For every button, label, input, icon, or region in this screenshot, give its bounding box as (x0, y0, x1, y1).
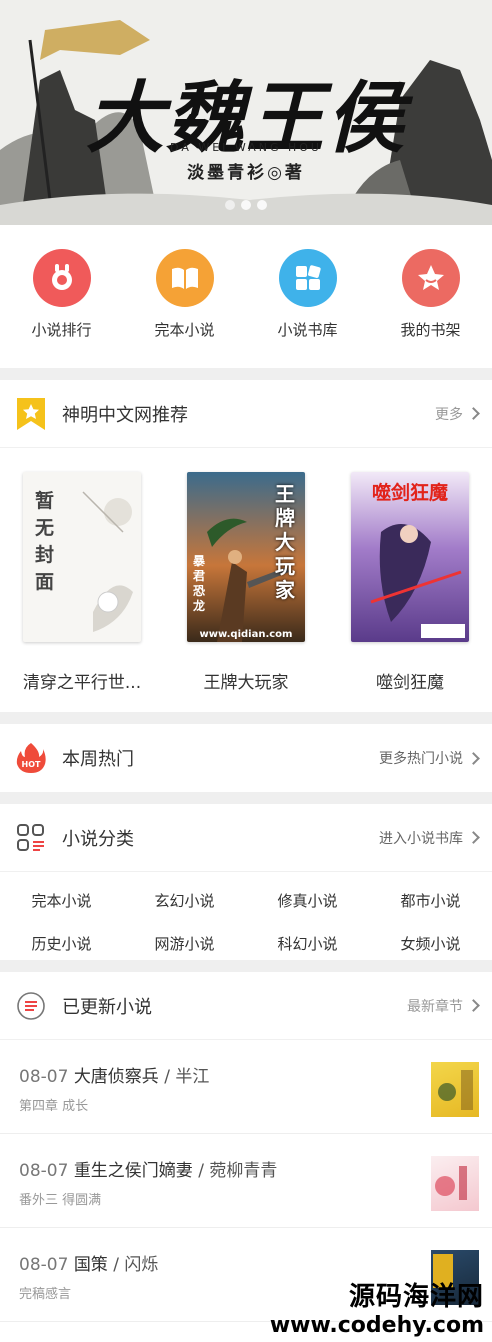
watermark-url: www.codehy.com (269, 1313, 484, 1338)
category-grid: 完本小说 玄幻小说 修真小说 都市小说 历史小说 网游小说 科幻小说 女频小说 (0, 872, 492, 972)
hot-more-link[interactable]: 更多热门小说 (379, 748, 480, 768)
ranking-icon (32, 249, 91, 307)
cover-title-text: 噬剑狂魔 (371, 482, 448, 504)
chevron-right-icon (467, 831, 480, 844)
update-book-title: 大唐侦察兵 (73, 1067, 159, 1087)
update-book-title: 重生之侯门嫡妻 (73, 1161, 193, 1181)
chevron-right-icon (467, 751, 480, 765)
recommend-section: 神明中文网推荐 更多 暂无封面 清穿之平行世... 王牌大玩家 暴君恐龙 www… (0, 380, 492, 712)
categories-title: 小说分类 (62, 828, 134, 850)
update-chapter: 第四章 成长 (19, 1099, 89, 1114)
update-date: 08-07 (19, 1161, 69, 1181)
update-date: 08-07 (19, 1255, 69, 1275)
book-title: 清穿之平行世... (22, 673, 142, 693)
recommend-title: 神明中文网推荐 (62, 404, 188, 426)
recommend-header: 神明中文网推荐 更多 (0, 380, 492, 448)
nav-ranking-label: 小说排行 (31, 321, 92, 339)
chevron-right-icon (467, 999, 480, 1012)
categories-section: 小说分类 进入小说书库 完本小说 玄幻小说 修真小说 都市小说 历史小说 网游小… (0, 804, 492, 960)
cover-title-text: 王牌大玩家 (275, 482, 295, 602)
book-cover: 噬剑狂魔 (351, 472, 469, 642)
update-book-title: 国策 (73, 1255, 108, 1275)
nav-bookshelf-label: 我的书架 (400, 321, 461, 339)
recommend-more-label: 更多 (435, 406, 463, 423)
nav-ranking[interactable]: 小说排行 (0, 225, 123, 368)
category-xuanhuan[interactable]: 玄幻小说 (123, 880, 246, 923)
category-history[interactable]: 历史小说 (0, 923, 123, 966)
book-cover: 王牌大玩家 暴君恐龙 www.qidian.com (187, 472, 305, 642)
banner-pinyin: DA WEI WANG HOU (170, 141, 322, 154)
recommend-more-link[interactable]: 更多 (435, 404, 480, 424)
categories-more-link[interactable]: 进入小说书库 (379, 828, 480, 848)
update-chapter: 番外三 得圆满 (19, 1193, 102, 1208)
book-card[interactable]: 噬剑狂魔 噬剑狂魔 (328, 472, 492, 693)
update-thumbnail (431, 1062, 479, 1117)
star-shelf-icon (401, 249, 460, 307)
categories-header: 小说分类 进入小说书库 (0, 804, 492, 872)
updates-header: 已更新小说 最新章节 (0, 972, 492, 1040)
cover-placeholder-text: 暂无封面 (35, 490, 55, 593)
update-item[interactable]: 08-07 重生之侯门嫡妻 / 菀柳青青 番外三 得圆满 (0, 1134, 492, 1228)
watermark-title: 源码海洋网 (348, 1282, 484, 1312)
cover-site-text: www.qidian.com (199, 629, 293, 640)
category-online-game[interactable]: 网游小说 (123, 923, 246, 966)
hot-header: HOT 本周热门 更多热门小说 (0, 724, 492, 792)
cover-author-text: 暴君恐龙 (193, 554, 206, 613)
update-date: 08-07 (19, 1067, 69, 1087)
category-female[interactable]: 女频小说 (369, 923, 492, 966)
hot-badge-text: HOT (22, 760, 41, 769)
updates-title: 已更新小说 (62, 996, 152, 1018)
category-xiuzhen[interactable]: 修真小说 (246, 880, 369, 923)
hot-flame-icon: HOT (16, 743, 46, 773)
book-card[interactable]: 王牌大玩家 暴君恐龙 www.qidian.com 王牌大玩家 (164, 472, 328, 693)
carousel-dot[interactable] (225, 200, 235, 210)
nav-library-label: 小说书库 (277, 321, 338, 339)
update-author: 菀柳青青 (209, 1161, 278, 1181)
book-cover: 暂无封面 (23, 472, 141, 642)
update-headline: 08-07 国策 / 闪烁 (19, 1255, 159, 1275)
update-author: 半江 (175, 1067, 210, 1087)
library-grid-icon (278, 249, 337, 307)
category-dushi[interactable]: 都市小说 (369, 880, 492, 923)
updates-more-link[interactable]: 最新章节 (407, 996, 480, 1016)
updates-more-label: 最新章节 (407, 998, 463, 1015)
nav-finished-label: 完本小说 (154, 321, 215, 339)
banner-author: 淡墨青衫◎著 (187, 163, 305, 183)
bookmark-star-icon (17, 397, 45, 430)
book-open-icon (155, 249, 214, 307)
nav-finished[interactable]: 完本小说 (123, 225, 246, 368)
category-grid-icon (17, 823, 44, 851)
categories-more-label: 进入小说书库 (379, 830, 463, 847)
update-item[interactable]: 08-07 大唐侦察兵 / 半江 第四章 成长 (0, 1040, 492, 1134)
carousel-dots[interactable] (0, 200, 492, 210)
update-author: 闪烁 (124, 1255, 159, 1275)
hot-more-label: 更多热门小说 (379, 751, 463, 767)
quick-nav: 小说排行 完本小说 小说书库 我的书架 (0, 225, 492, 368)
update-thumbnail (431, 1156, 479, 1211)
carousel-dot[interactable] (241, 200, 251, 210)
watermark: 源码海洋网 www.codehy.com (270, 1276, 484, 1338)
update-headline: 08-07 重生之侯门嫡妻 / 菀柳青青 (19, 1161, 278, 1181)
category-finished[interactable]: 完本小说 (0, 880, 123, 923)
list-circle-icon (17, 991, 45, 1020)
hero-banner[interactable]: 大魏王侯 DA WEI WANG HOU 淡墨青衫◎著 (0, 0, 492, 225)
recommend-books: 暂无封面 清穿之平行世... 王牌大玩家 暴君恐龙 www.qidian.com… (0, 448, 492, 693)
book-title: 王牌大玩家 (203, 673, 289, 693)
update-headline: 08-07 大唐侦察兵 / 半江 (19, 1067, 210, 1087)
chevron-right-icon (467, 407, 480, 420)
category-scifi[interactable]: 科幻小说 (246, 923, 369, 966)
carousel-dot[interactable] (257, 200, 267, 210)
book-title: 噬剑狂魔 (376, 673, 444, 693)
nav-library[interactable]: 小说书库 (246, 225, 369, 368)
hot-title: 本周热门 (62, 749, 134, 770)
nav-bookshelf[interactable]: 我的书架 (369, 225, 492, 368)
book-card[interactable]: 暂无封面 清穿之平行世... (0, 472, 164, 693)
hot-section[interactable]: HOT 本周热门 更多热门小说 (0, 724, 492, 792)
